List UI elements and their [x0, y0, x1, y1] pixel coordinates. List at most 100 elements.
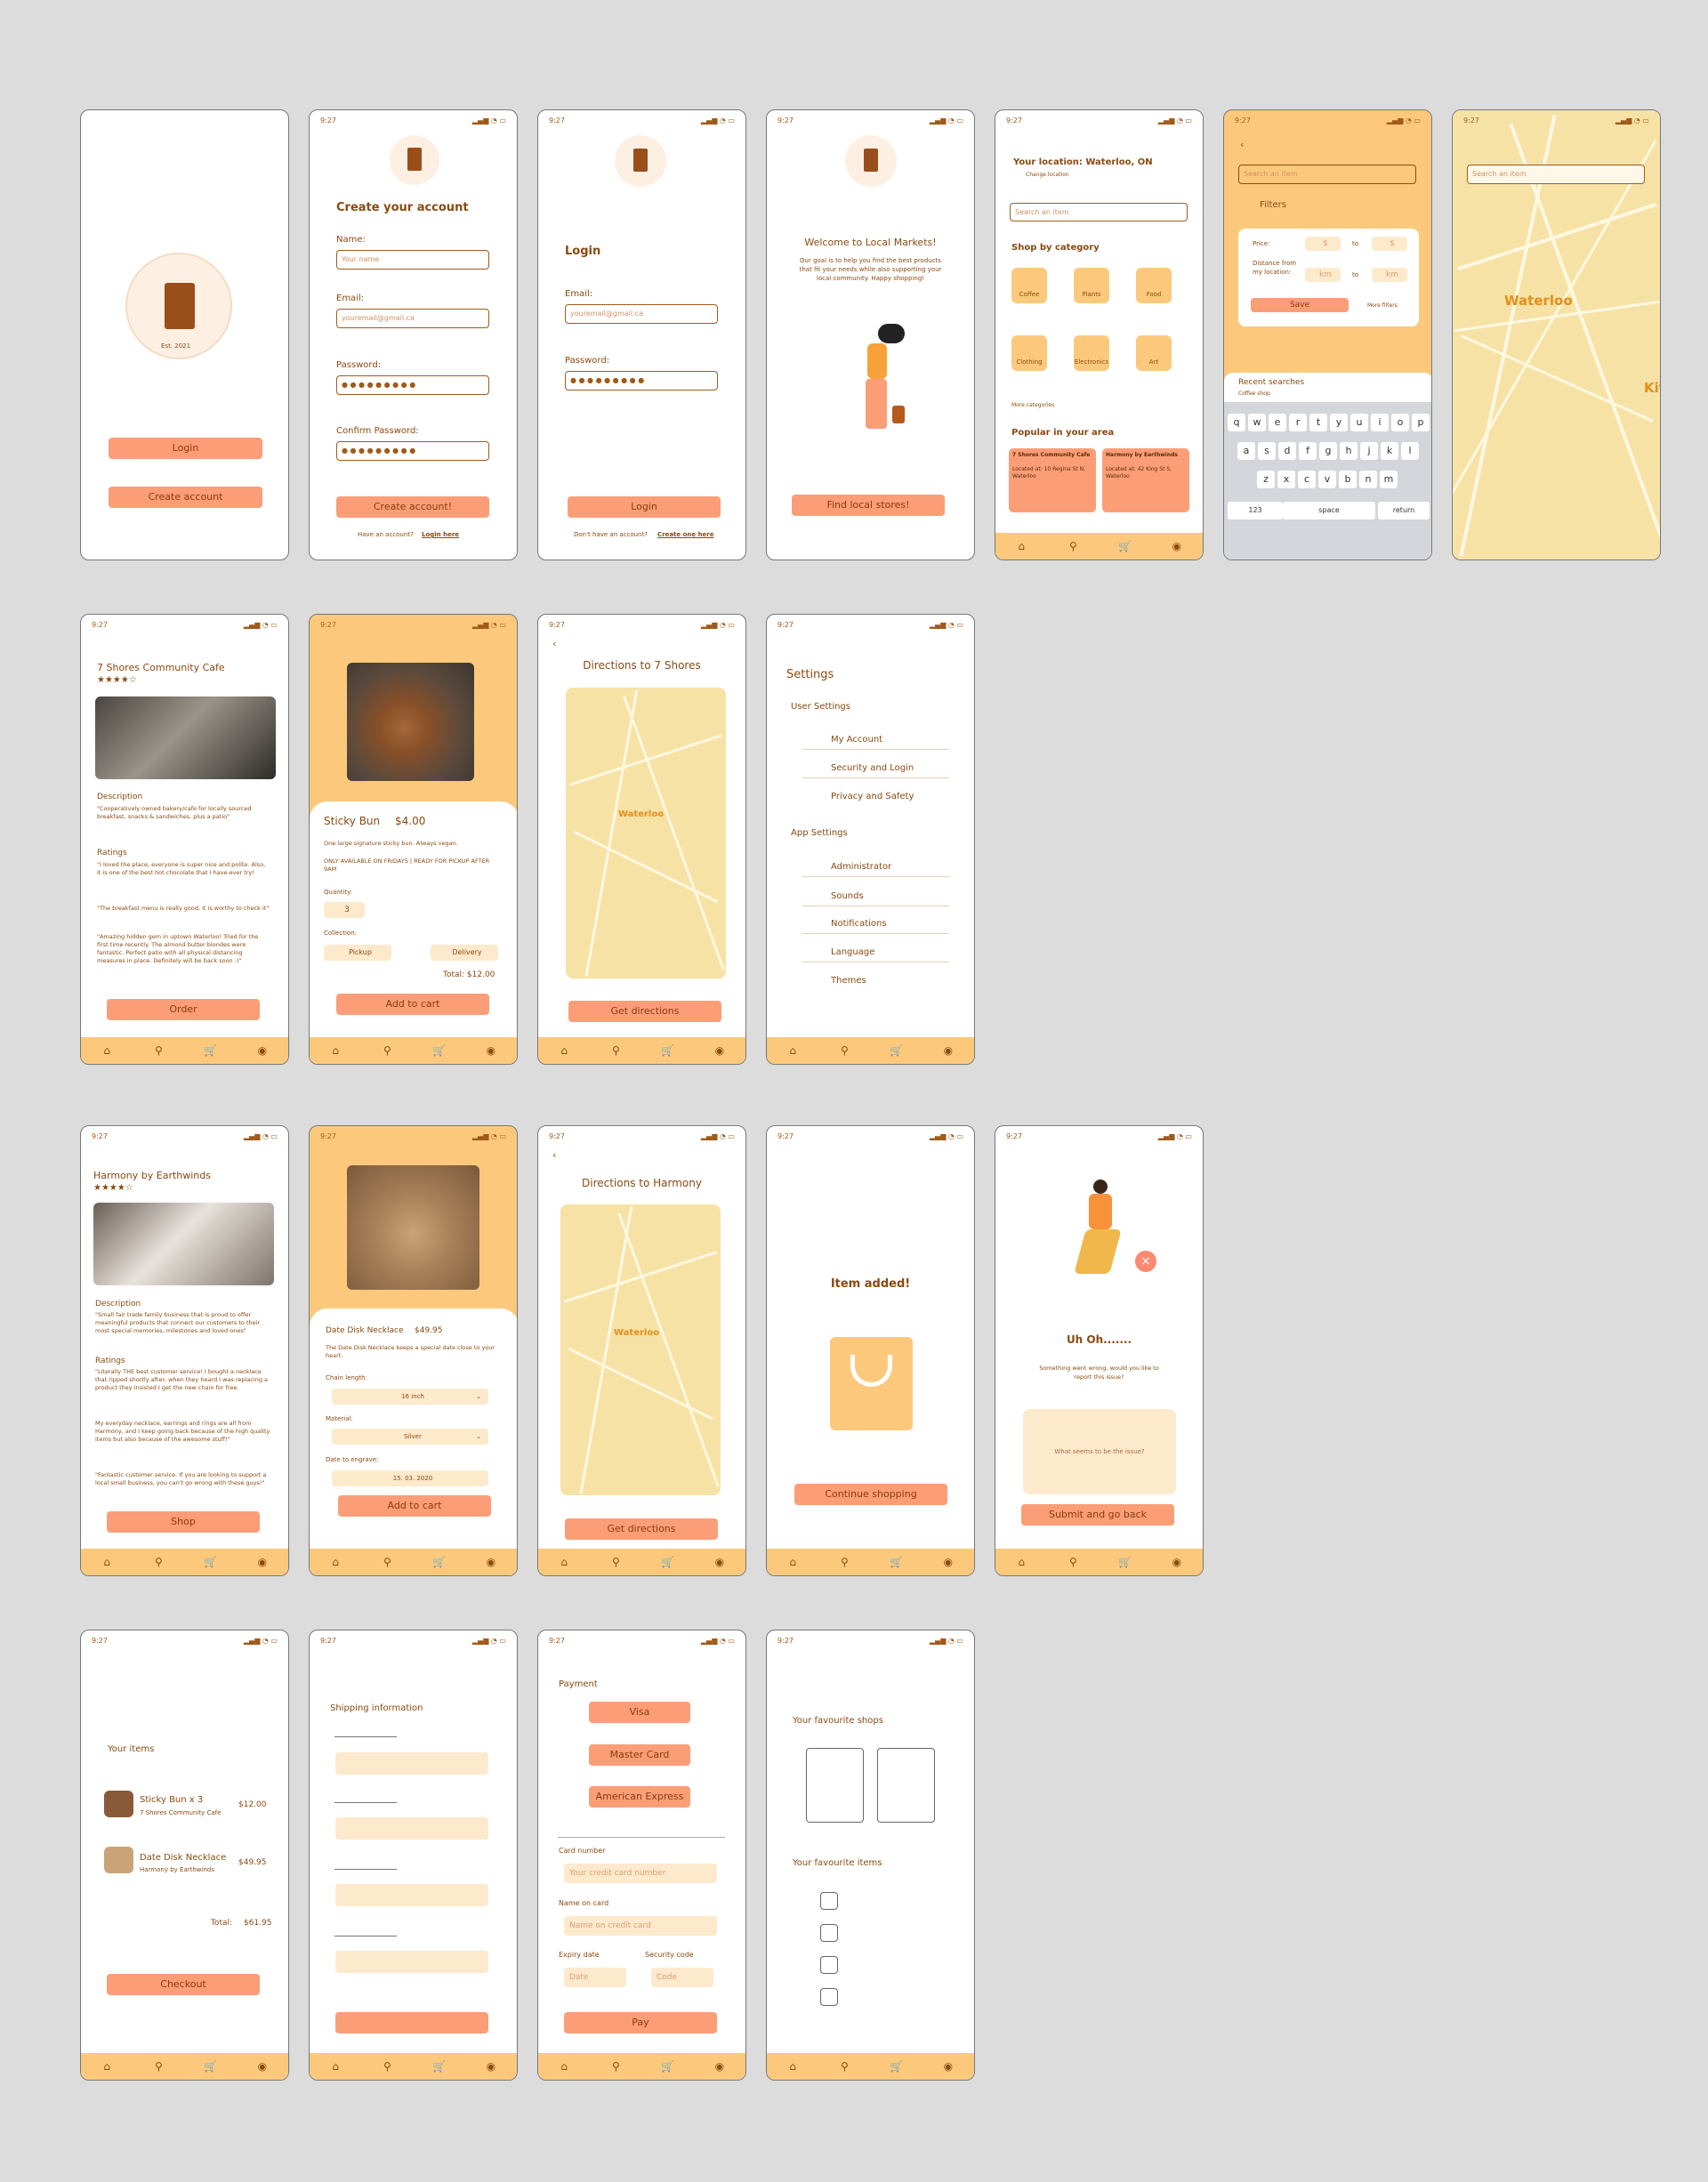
name-input[interactable]: Your name: [336, 250, 489, 270]
email-input[interactable]: youremail@gmail.ca: [565, 304, 718, 324]
home-icon[interactable]: ⌂: [786, 1044, 800, 1058]
key-g[interactable]: g: [1319, 442, 1337, 460]
favourite-shop-card[interactable]: [806, 1748, 864, 1823]
material-select[interactable]: Silver ⌄: [332, 1429, 488, 1445]
create-link[interactable]: Create one here: [657, 530, 714, 539]
delivery-option[interactable]: Delivery: [431, 945, 498, 961]
category-plants[interactable]: Plants: [1074, 268, 1109, 303]
cart-icon[interactable]: 🛒: [661, 2060, 674, 2073]
pickup-option[interactable]: Pickup: [324, 945, 391, 961]
home-icon[interactable]: ⌂: [101, 1556, 114, 1569]
cart-icon[interactable]: 🛒: [1118, 1556, 1132, 1569]
search-icon[interactable]: ⚲: [609, 2060, 623, 2073]
search-input[interactable]: Search an item: [1010, 203, 1188, 221]
continue-button[interactable]: [335, 2012, 488, 2033]
cart-icon[interactable]: 🛒: [204, 2060, 217, 2073]
profile-icon[interactable]: ◉: [484, 2060, 497, 2073]
shipping-field-4[interactable]: [335, 1951, 488, 1973]
home-icon[interactable]: ⌂: [558, 2060, 571, 2073]
key-e[interactable]: e: [1269, 414, 1286, 431]
home-icon[interactable]: ⌂: [329, 1556, 342, 1569]
key-d[interactable]: d: [1278, 442, 1296, 460]
security-item[interactable]: Security and Login: [802, 763, 949, 778]
card-number-input[interactable]: Your credit card number: [564, 1864, 717, 1883]
search-input[interactable]: Search an item: [1467, 165, 1645, 184]
key-l[interactable]: l: [1401, 442, 1419, 460]
profile-icon[interactable]: ◉: [484, 1044, 497, 1058]
search-icon[interactable]: ⚲: [381, 1556, 394, 1569]
privacy-item[interactable]: Privacy and Safety: [802, 792, 949, 801]
key-m[interactable]: m: [1380, 471, 1398, 488]
search-icon[interactable]: ⚲: [381, 1044, 394, 1058]
favourite-shop-card[interactable]: [877, 1748, 935, 1823]
cart-icon[interactable]: 🛒: [204, 1556, 217, 1569]
cart-icon[interactable]: 🛒: [890, 2060, 903, 2073]
chain-select[interactable]: 16 inch ⌄: [332, 1389, 488, 1405]
continue-shopping-button[interactable]: Continue shopping: [794, 1484, 947, 1505]
search-icon[interactable]: ⚲: [1067, 540, 1080, 553]
cart-icon[interactable]: 🛒: [432, 1556, 446, 1569]
search-icon[interactable]: ⚲: [152, 1556, 165, 1569]
key-n[interactable]: n: [1359, 471, 1377, 488]
my-account-item[interactable]: My Account: [802, 735, 949, 750]
map[interactable]: [566, 688, 726, 978]
cart-icon[interactable]: 🛒: [661, 1044, 674, 1058]
issue-textarea[interactable]: What seems to be the issue?: [1023, 1409, 1176, 1494]
key-k[interactable]: k: [1381, 442, 1398, 460]
home-icon[interactable]: ⌂: [1015, 540, 1028, 553]
expiry-input[interactable]: Date: [564, 1968, 626, 1987]
home-icon[interactable]: ⌂: [101, 1044, 114, 1058]
visa-button[interactable]: Visa: [589, 1702, 690, 1723]
profile-icon[interactable]: ◉: [1170, 540, 1183, 553]
map[interactable]: [560, 1204, 721, 1495]
profile-icon[interactable]: ◉: [713, 2060, 726, 2073]
cart-icon[interactable]: 🛒: [661, 1556, 674, 1569]
administrator-item[interactable]: Administrator: [802, 862, 949, 877]
home-icon[interactable]: ⌂: [558, 1044, 571, 1058]
favourite-item-checkbox[interactable]: [820, 1924, 838, 1942]
cart-icon[interactable]: 🛒: [1118, 540, 1132, 553]
cart-icon[interactable]: 🛒: [890, 1556, 903, 1569]
name-on-card-input[interactable]: Name on credit card: [564, 1916, 717, 1936]
language-item[interactable]: Language: [802, 947, 949, 962]
home-icon[interactable]: ⌂: [558, 1556, 571, 1569]
key-w[interactable]: w: [1248, 414, 1266, 431]
profile-icon[interactable]: ◉: [484, 1556, 497, 1569]
search-icon[interactable]: ⚲: [1067, 1556, 1080, 1569]
profile-icon[interactable]: ◉: [1170, 1556, 1183, 1569]
back-icon[interactable]: ‹: [552, 639, 556, 648]
shop-card-harmony[interactable]: Harmony by Earthwinds Located at: 42 King…: [1102, 448, 1189, 512]
category-electronics[interactable]: Electronics: [1074, 335, 1109, 371]
checkout-button[interactable]: Checkout: [107, 1974, 260, 1995]
get-directions-button[interactable]: Get directions: [565, 1518, 718, 1540]
key-r[interactable]: r: [1289, 414, 1307, 431]
login-button[interactable]: Login: [109, 438, 262, 459]
key-s[interactable]: s: [1258, 442, 1276, 460]
cart-icon[interactable]: 🛒: [890, 1044, 903, 1058]
profile-icon[interactable]: ◉: [941, 1556, 955, 1569]
mastercard-button[interactable]: Master Card: [589, 1744, 690, 1766]
key-ret[interactable]: return: [1378, 502, 1430, 519]
profile-icon[interactable]: ◉: [255, 1556, 269, 1569]
back-icon[interactable]: ‹: [552, 1150, 556, 1160]
key-space[interactable]: space: [1283, 502, 1375, 519]
profile-icon[interactable]: ◉: [941, 2060, 955, 2073]
security-code-input[interactable]: Code: [651, 1968, 713, 1987]
amex-button[interactable]: American Express: [589, 1786, 690, 1808]
favourite-item-checkbox[interactable]: [820, 1956, 838, 1974]
password-input[interactable]: ● ● ● ● ● ● ● ● ●: [565, 371, 718, 391]
key-q[interactable]: q: [1228, 414, 1245, 431]
search-icon[interactable]: ⚲: [152, 2060, 165, 2073]
search-icon[interactable]: ⚲: [838, 2060, 851, 2073]
pay-button[interactable]: Pay: [564, 2012, 717, 2033]
cart-icon[interactable]: 🛒: [204, 1044, 217, 1058]
search-icon[interactable]: ⚲: [381, 2060, 394, 2073]
category-food[interactable]: Food: [1136, 268, 1172, 303]
shipping-field-3[interactable]: [335, 1884, 488, 1906]
profile-icon[interactable]: ◉: [941, 1044, 955, 1058]
key-u[interactable]: u: [1350, 414, 1368, 431]
add-to-cart-button[interactable]: Add to cart: [338, 1495, 491, 1517]
shipping-field-1[interactable]: [335, 1752, 488, 1775]
home-icon[interactable]: ⌂: [1015, 1556, 1028, 1569]
home-icon[interactable]: ⌂: [329, 1044, 342, 1058]
